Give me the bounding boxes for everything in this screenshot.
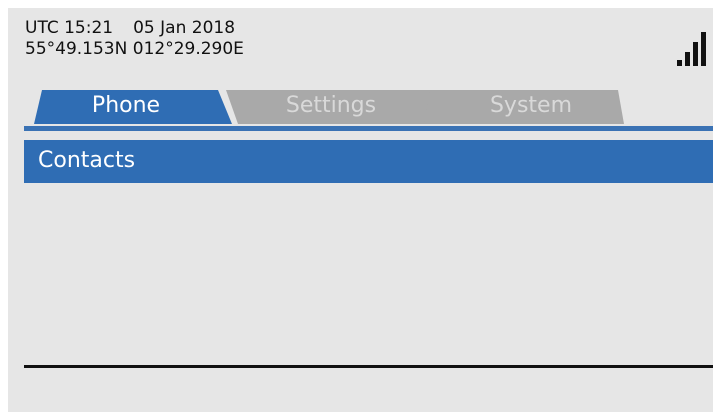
status-row-time: UTC 15:21 05 Jan 2018	[25, 18, 244, 39]
signal-bar-2	[685, 52, 690, 66]
device-screen: UTC 15:21 05 Jan 2018 55°49.153N 012°29.2…	[8, 8, 713, 412]
section-header[interactable]: Contacts	[24, 140, 713, 183]
utc-time: UTC 15:21	[25, 18, 114, 38]
signal-bar-3	[693, 42, 698, 66]
status-row-position: 55°49.153N 012°29.290E	[25, 39, 244, 60]
signal-strength-icon	[677, 32, 711, 66]
latitude: 55°49.153N	[25, 39, 128, 59]
tab-underline	[24, 126, 713, 131]
current-date: 05 Jan 2018	[133, 18, 236, 38]
tab-system[interactable]: System	[436, 93, 626, 119]
status-area: UTC 15:21 05 Jan 2018 55°49.153N 012°29.2…	[25, 18, 244, 60]
longitude: 012°29.290E	[132, 39, 244, 59]
tab-phone[interactable]: Phone	[46, 93, 206, 119]
bottom-divider	[24, 365, 713, 368]
tab-bar: Phone Settings System	[8, 86, 713, 128]
tab-settings[interactable]: Settings	[236, 93, 426, 119]
section-title: Contacts	[38, 148, 136, 173]
signal-bar-4	[701, 32, 706, 66]
signal-bar-1	[677, 60, 682, 66]
